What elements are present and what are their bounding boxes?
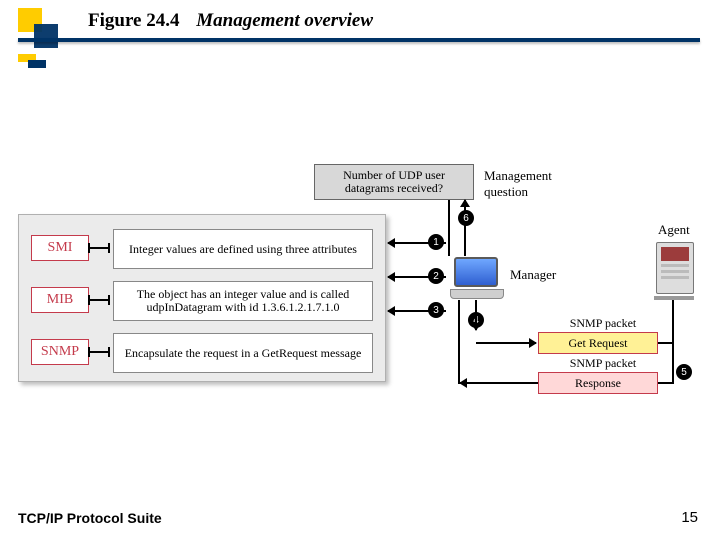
resp-packet-label: SNMP packet	[558, 356, 648, 371]
step-5: 5	[676, 364, 692, 380]
connector-icon	[89, 247, 109, 249]
connector-icon	[89, 299, 109, 301]
step-2: 2	[428, 268, 444, 284]
agent-label: Agent	[658, 222, 690, 238]
tag-smi: SMI	[31, 235, 89, 261]
management-question-box: Number of UDP user datagrams received?	[314, 164, 474, 200]
manager-label: Manager	[510, 267, 556, 283]
management-question-label: Management question	[484, 168, 574, 200]
desc-smi: Integer values are defined using three a…	[113, 229, 373, 269]
figure-caption: Management overview	[196, 10, 373, 31]
protocol-steps-panel: SMI Integer values are defined using thr…	[18, 214, 386, 382]
diagram: Number of UDP user datagrams received? M…	[18, 160, 702, 460]
desc-mib: The object has an integer value and is c…	[113, 281, 373, 321]
figure-number: Figure 24.4	[88, 10, 179, 31]
row-snmp: SNMP Encapsulate the request in a GetReq…	[31, 329, 375, 377]
step-3: 3	[428, 302, 444, 318]
line	[672, 342, 674, 382]
title-ornament	[18, 8, 56, 38]
line	[458, 300, 460, 384]
tag-mib: MIB	[31, 287, 89, 313]
page-number: 15	[681, 509, 698, 526]
footer-title: TCP/IP Protocol Suite	[18, 510, 162, 526]
slide-title: Figure 24.4 Management overview	[88, 10, 373, 32]
get-packet-label: SNMP packet	[558, 316, 648, 331]
row-mib: MIB The object has an integer value and …	[31, 277, 375, 325]
step-6: 6	[458, 210, 474, 226]
arrow-up	[464, 200, 466, 256]
title-underline	[18, 38, 700, 42]
connector-icon	[89, 351, 109, 353]
line	[672, 300, 674, 344]
manager-icon	[450, 257, 502, 297]
arrow-right	[476, 342, 536, 344]
get-request-box: Get Request	[538, 332, 658, 354]
agent-icon	[656, 242, 692, 300]
row-smi: SMI Integer values are defined using thr…	[31, 225, 375, 273]
arrow-down	[475, 300, 477, 330]
arrow-left	[460, 382, 538, 384]
response-box: Response	[538, 372, 658, 394]
slide: Figure 24.4 Management overview Number o…	[0, 0, 720, 540]
line	[658, 382, 674, 384]
line	[448, 200, 450, 256]
desc-snmp: Encapsulate the request in a GetRequest …	[113, 333, 373, 373]
tag-snmp: SNMP	[31, 339, 89, 365]
line	[658, 342, 672, 344]
step-1: 1	[428, 234, 444, 250]
